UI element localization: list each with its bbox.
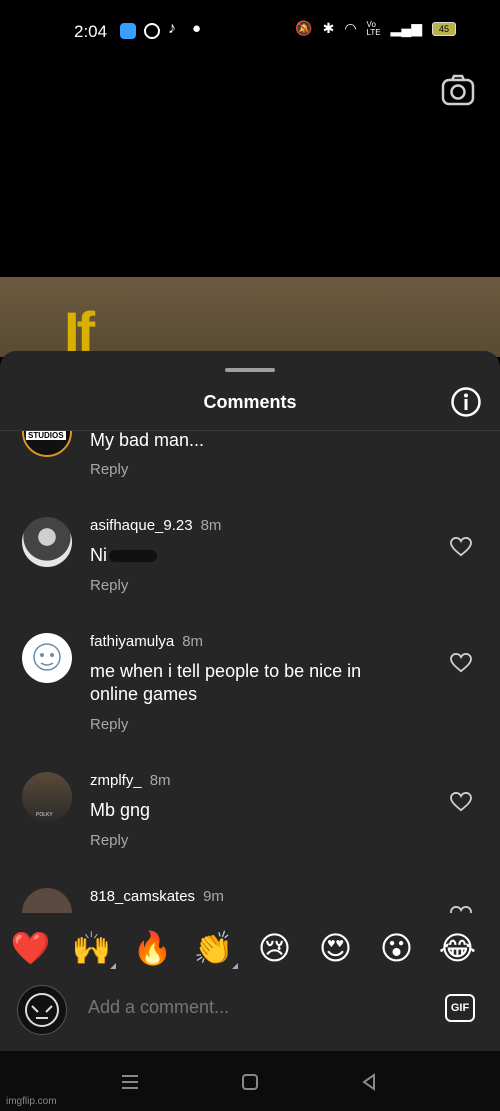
avatar-drawing (33, 643, 61, 671)
camera-icon[interactable] (441, 73, 475, 107)
comment-time: 8m (200, 517, 222, 534)
reddit-icon: ● (192, 20, 202, 37)
avatar[interactable] (22, 633, 72, 683)
drag-handle[interactable] (225, 368, 275, 372)
avatar-drawing (25, 993, 59, 1027)
comment-list[interactable]: STUDIOS My bad man... Reply asifhaque_9.… (0, 431, 500, 913)
video-preview: If (0, 277, 500, 357)
network-label: Vo LTE (366, 19, 381, 37)
sheet-title: Comments (203, 392, 297, 412)
scribble-redaction (109, 550, 157, 563)
heart-icon[interactable] (450, 537, 472, 557)
avatar[interactable]: STUDIOS (22, 431, 72, 457)
emoji-surprised-button[interactable]: 😮 (366, 913, 427, 983)
reply-button[interactable]: Reply (90, 832, 128, 849)
emoji-raised-hands-button[interactable]: 🙌 (61, 913, 122, 983)
reply-button[interactable]: Reply (90, 577, 128, 594)
comment-text: me when i tell people to be nice in onli… (90, 661, 362, 704)
gif-button[interactable]: GIF (445, 994, 475, 1022)
wifi-icon: ◠ (344, 20, 357, 36)
comment-text: Mb gng (90, 800, 151, 820)
emoji-heart-eyes-button[interactable]: 😍 (305, 913, 366, 983)
comment-username[interactable]: asifhaque_9.23 8m (90, 517, 221, 534)
comment-input[interactable] (86, 996, 410, 1019)
video-overlay-text: If (64, 300, 95, 357)
avatar-label: POLKY (36, 812, 53, 818)
avatar-label: STUDIOS (26, 431, 66, 440)
username-label[interactable]: asifhaque_9.23 (90, 517, 193, 534)
app-notification-icon (120, 23, 136, 39)
username-label[interactable]: 818_camskates (90, 888, 195, 905)
comment-username[interactable]: fathiyamulya 8m (90, 633, 203, 650)
comment-composer: GIF (0, 983, 500, 1041)
comment-time: 9m (203, 888, 224, 905)
skin-tone-indicator (232, 963, 238, 969)
avatar[interactable]: POLKY (22, 772, 72, 822)
signal-icon: ▂▄▆ (390, 20, 422, 36)
skin-tone-indicator (110, 963, 116, 969)
reply-button[interactable]: Reply (90, 461, 128, 478)
system-nav-bar (0, 1051, 500, 1111)
info-icon[interactable] (450, 386, 482, 418)
comment-text: Ni (90, 544, 410, 567)
avatar[interactable] (22, 888, 72, 913)
comment-time: 8m (149, 772, 171, 789)
my-avatar[interactable] (17, 985, 67, 1035)
comment-text-visible: Ni (90, 545, 107, 565)
emoji-fire-button[interactable]: 🔥 (122, 913, 183, 983)
battery-icon: 45 (432, 21, 456, 36)
username-label[interactable]: fathiyamulya (90, 633, 174, 650)
heart-icon[interactable] (450, 653, 472, 673)
home-icon[interactable] (239, 1071, 261, 1093)
youtube-icon (144, 23, 160, 39)
back-icon[interactable] (358, 1071, 380, 1093)
comment-username[interactable]: 818_camskates 9m (90, 888, 224, 905)
status-bar: 2:04 ♪ ● 🔕 ✱ ◠ Vo LTE ▂▄▆ 45 (0, 0, 500, 62)
status-time: 2:04 (74, 22, 108, 41)
emoji-glyph: 👏 (193, 930, 234, 966)
emoji-laughing-button[interactable]: 😂 (427, 913, 488, 983)
tiktok-icon: ♪ (168, 20, 176, 37)
username-label[interactable]: zmplfy_ (90, 772, 142, 789)
emoji-crying-button[interactable]: 😢 (244, 913, 305, 983)
heart-icon[interactable] (450, 792, 472, 812)
emoji-heart-button[interactable]: ❤️ (0, 913, 61, 983)
menu-icon[interactable] (119, 1071, 141, 1093)
emoji-bar: ❤️ 🙌 🔥 👏 😢 😍 😮 😂 (0, 913, 500, 983)
mute-icon: 🔕 (295, 20, 313, 36)
heart-icon[interactable] (450, 906, 472, 913)
emoji-clap-button[interactable]: 👏 (183, 913, 244, 983)
comment-time: 8m (182, 633, 204, 650)
reply-button[interactable]: Reply (90, 716, 128, 733)
comment-username[interactable]: zmplfy_ 8m (90, 772, 171, 789)
avatar[interactable] (22, 517, 72, 567)
watermark: imgflip.com (6, 1096, 57, 1107)
comment-text: My bad man... (90, 431, 205, 450)
bluetooth-icon: ✱ (322, 20, 335, 36)
emoji-glyph: 🙌 (71, 930, 112, 966)
